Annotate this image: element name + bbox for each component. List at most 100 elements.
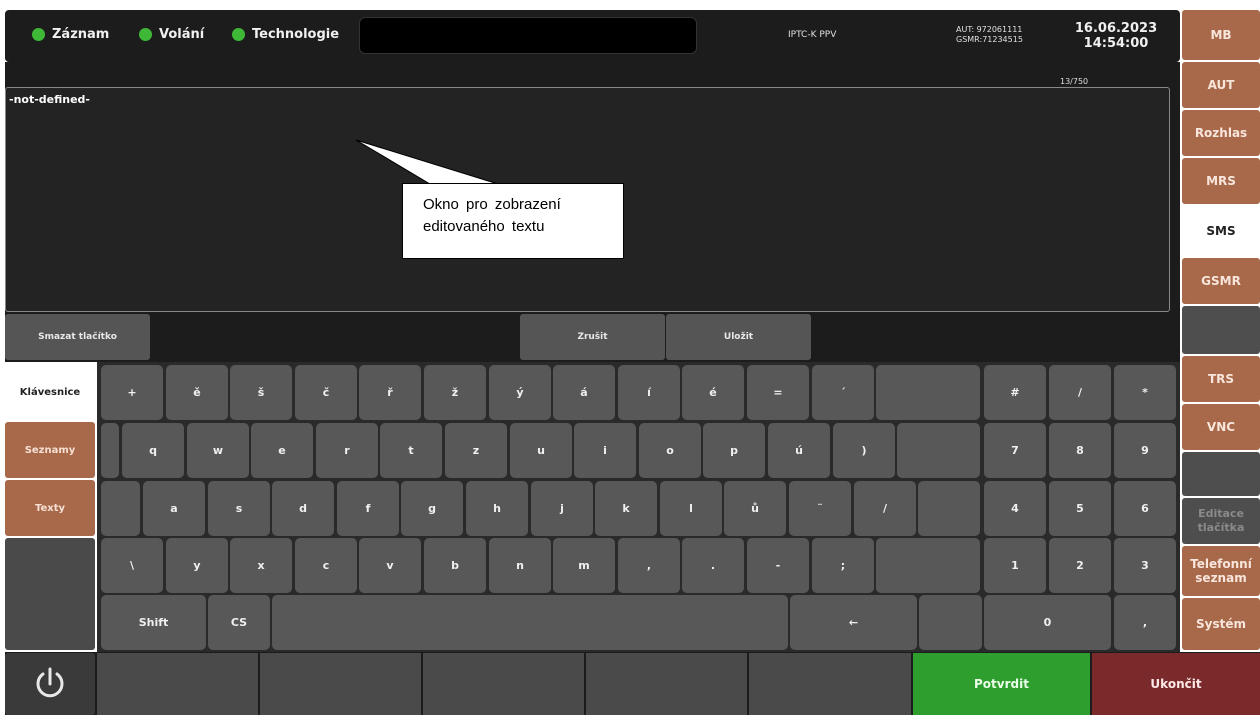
key[interactable]: m: [553, 538, 615, 593]
key[interactable]: š: [230, 365, 292, 420]
tab-lists[interactable]: Seznamy: [5, 422, 95, 478]
shift-key[interactable]: Shift: [101, 595, 206, 650]
key[interactable]: ý: [489, 365, 551, 420]
key[interactable]: á: [553, 365, 615, 420]
key[interactable]: í: [618, 365, 680, 420]
action-row: Smazat tlačítko Zrušit Uložit: [5, 312, 1180, 362]
bottom-slot[interactable]: [586, 653, 747, 715]
key[interactable]: s: [208, 481, 270, 536]
key[interactable]: ě: [166, 365, 228, 420]
nav-edit-buttons[interactable]: Editace tlačítka: [1182, 498, 1260, 544]
key-blank[interactable]: [101, 481, 140, 536]
key[interactable]: ř: [359, 365, 421, 420]
key[interactable]: é: [682, 365, 744, 420]
nav-gsmr[interactable]: GSMR: [1182, 258, 1260, 304]
nav-aut[interactable]: AUT: [1182, 62, 1260, 108]
key[interactable]: h: [466, 481, 528, 536]
numpad-key[interactable]: 1: [984, 538, 1046, 593]
confirm-button[interactable]: Potvrdit: [913, 653, 1090, 715]
key[interactable]: v: [359, 538, 421, 593]
key[interactable]: ů: [724, 481, 786, 536]
nav-mrs[interactable]: MRS: [1182, 158, 1260, 204]
key[interactable]: ú: [768, 423, 830, 478]
key[interactable]: u: [510, 423, 572, 478]
numpad-key[interactable]: #: [984, 365, 1046, 420]
cs-key[interactable]: CS: [208, 595, 270, 650]
key-blank[interactable]: [918, 481, 980, 536]
numpad-key[interactable]: 5: [1049, 481, 1111, 536]
nav-vnc[interactable]: VNC: [1182, 404, 1260, 450]
key-blank[interactable]: [876, 365, 980, 420]
key[interactable]: ,: [618, 538, 680, 593]
key[interactable]: x: [230, 538, 292, 593]
key[interactable]: t: [380, 423, 442, 478]
key[interactable]: p: [703, 423, 765, 478]
numpad-key[interactable]: 2: [1049, 538, 1111, 593]
key[interactable]: q: [122, 423, 184, 478]
nav-trs[interactable]: TRS: [1182, 356, 1260, 402]
key[interactable]: ): [833, 423, 895, 478]
nav-sms[interactable]: SMS: [1182, 206, 1260, 256]
bottom-slot[interactable]: [423, 653, 584, 715]
key[interactable]: z: [445, 423, 507, 478]
tab-keyboard[interactable]: Klávesnice: [5, 365, 95, 420]
numpad-key[interactable]: 7: [984, 423, 1046, 478]
key[interactable]: n: [489, 538, 551, 593]
key-blank[interactable]: [919, 595, 982, 650]
cancel-button[interactable]: Zrušit: [520, 314, 665, 360]
numpad-key[interactable]: /: [1049, 365, 1111, 420]
key[interactable]: e: [251, 423, 313, 478]
nav-rozhlas[interactable]: Rozhlas: [1182, 110, 1260, 156]
bottom-slot[interactable]: [260, 653, 421, 715]
key[interactable]: g: [401, 481, 463, 536]
key[interactable]: č: [295, 365, 357, 420]
bottom-slot[interactable]: [749, 653, 911, 715]
key[interactable]: o: [639, 423, 701, 478]
key-blank[interactable]: [101, 423, 119, 478]
bottom-slot[interactable]: [97, 653, 258, 715]
quit-button[interactable]: Ukončit: [1092, 653, 1260, 715]
backspace-key[interactable]: ←: [790, 595, 917, 650]
key[interactable]: =: [747, 365, 809, 420]
key[interactable]: .: [682, 538, 744, 593]
numpad-key[interactable]: *: [1114, 365, 1176, 420]
power-button[interactable]: [5, 653, 95, 715]
tab-texts[interactable]: Texty: [5, 480, 95, 536]
save-button[interactable]: Uložit: [666, 314, 811, 360]
key[interactable]: c: [295, 538, 357, 593]
tab-empty: [5, 538, 95, 650]
numpad-key[interactable]: 6: [1114, 481, 1176, 536]
key[interactable]: y: [166, 538, 228, 593]
key[interactable]: ¨: [789, 481, 851, 536]
key[interactable]: /: [854, 481, 916, 536]
key[interactable]: a: [143, 481, 205, 536]
numpad-key[interactable]: 8: [1049, 423, 1111, 478]
key[interactable]: ž: [424, 365, 486, 420]
nav-phonebook[interactable]: Telefonní seznam: [1182, 546, 1260, 596]
key[interactable]: ´: [812, 365, 874, 420]
key-blank[interactable]: [876, 538, 980, 593]
key[interactable]: r: [316, 423, 378, 478]
delete-button[interactable]: Smazat tlačítko: [5, 314, 150, 360]
numpad-key[interactable]: ,: [1114, 595, 1176, 650]
numpad-key[interactable]: 0: [984, 595, 1111, 650]
key[interactable]: d: [272, 481, 334, 536]
space-key[interactable]: [272, 595, 788, 650]
key[interactable]: i: [574, 423, 636, 478]
key[interactable]: w: [187, 423, 249, 478]
key[interactable]: k: [595, 481, 657, 536]
key[interactable]: ;: [812, 538, 874, 593]
numpad-key[interactable]: 4: [984, 481, 1046, 536]
key-blank[interactable]: [897, 423, 980, 478]
nav-system[interactable]: Systém: [1182, 598, 1260, 650]
key[interactable]: l: [660, 481, 722, 536]
key[interactable]: -: [747, 538, 809, 593]
key[interactable]: +: [101, 365, 163, 420]
key[interactable]: \: [101, 538, 163, 593]
key[interactable]: b: [424, 538, 486, 593]
key[interactable]: j: [531, 481, 593, 536]
nav-mb[interactable]: MB: [1182, 10, 1260, 60]
key[interactable]: f: [337, 481, 399, 536]
numpad-key[interactable]: 3: [1114, 538, 1176, 593]
numpad-key[interactable]: 9: [1114, 423, 1176, 478]
